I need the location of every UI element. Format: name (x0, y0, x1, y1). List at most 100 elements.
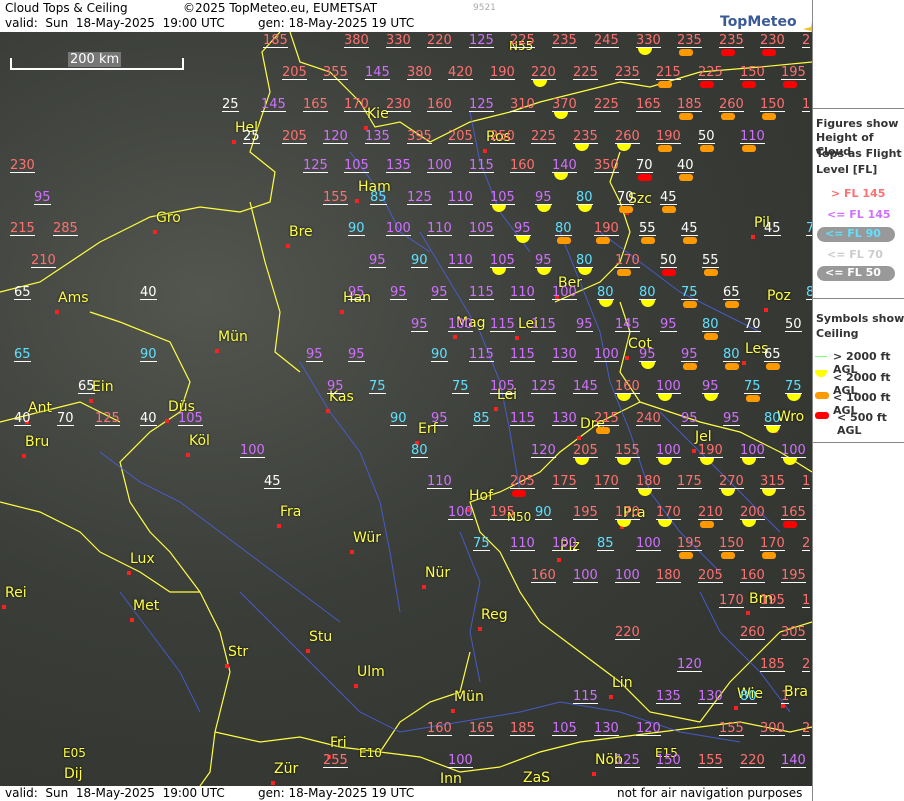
cloud-top-value: 40 (140, 285, 157, 300)
cloud-top-value: 220 (740, 753, 765, 768)
cloud-top-value: 95 (411, 317, 428, 332)
ceiling-1000-icon (662, 206, 676, 213)
city-label: Reg (481, 607, 508, 623)
legend-tops-title: Tops as Flight (816, 147, 902, 160)
cloud-top-value: 260 (615, 129, 640, 144)
cloud-top-value: 115 (469, 158, 494, 173)
city-marker (625, 356, 629, 360)
cloud-top-value: 100 (573, 568, 598, 583)
cloud-top-value: 85 (473, 411, 490, 426)
cloud-top-value: 270 (719, 474, 744, 489)
cloud-top-value: 195 (490, 505, 515, 520)
cloud-top-value: 140 (552, 158, 577, 173)
ceiling-1000-icon (721, 113, 735, 120)
cloud-top-value: 370 (552, 97, 577, 112)
cloud-top-value: 330 (386, 33, 411, 48)
ceiling-1000-icon (683, 237, 697, 244)
legend-tops-title: Figures show (816, 117, 899, 130)
cloud-top-value: 95 (431, 411, 448, 426)
cloud-top-value: 165 (469, 721, 494, 736)
chart-title: Cloud Tops & Ceiling (5, 1, 128, 15)
cloud-top-value: 150 (719, 536, 744, 551)
city-marker (306, 649, 310, 653)
cloud-top-value: 110 (427, 221, 452, 236)
city-marker (746, 611, 750, 615)
ceiling-1000-icon (746, 395, 760, 402)
cloud-top-value: 110 (427, 474, 452, 489)
footer-bar: valid: Sun 18-May-2025 19:00 UTC gen: 18… (0, 786, 812, 801)
city-marker (225, 664, 229, 668)
cloud-top-value: 210 (698, 505, 723, 520)
cloud-top-value: 250 (490, 129, 515, 144)
city-marker (286, 244, 290, 248)
cloud-top-value: 190 (490, 65, 515, 80)
cloud-top-value: 40 (140, 411, 157, 426)
city-label: ZaS (523, 770, 551, 786)
city-marker (734, 706, 738, 710)
ceiling-none-icon (815, 356, 827, 357)
ceiling-1000-icon (721, 552, 735, 559)
city-label: Zür (274, 761, 299, 777)
cloud-top-value: 115 (531, 317, 556, 332)
cloud-top-value: 45 (264, 474, 281, 489)
cloud-top-value: 205 (573, 443, 598, 458)
city-label: Hof (469, 488, 494, 504)
cloud-top-value: 115 (510, 347, 535, 362)
cloud-top-value: 75 (369, 379, 386, 394)
cloud-top-value: 80 (764, 411, 781, 426)
cloud-top-value: 160 (740, 568, 765, 583)
cloud-top-value: 130 (594, 721, 619, 736)
cloud-top-value: 150 (760, 97, 785, 112)
cloud-top-value: 40 (677, 158, 694, 173)
legend-divider (813, 442, 904, 443)
cloud-top-value: 215 (10, 221, 35, 236)
city-label: Mün (454, 689, 484, 705)
cloud-top-value: 170 (615, 505, 640, 520)
ceiling-1000-icon (762, 113, 776, 120)
cloud-top-value: 95 (660, 317, 677, 332)
cloud-top-value: 110 (510, 536, 535, 551)
cloud-top-value: 145 (573, 379, 598, 394)
valid-time: valid: Sun 18-May-2025 19:00 UTC (5, 16, 225, 30)
cloud-top-value: 75 (452, 379, 469, 394)
city-label: Gro (156, 210, 181, 226)
cloud-top-value: 160 (615, 379, 640, 394)
map-area[interactable]: 200 km Hel Kie Ros Ham Gro Bre Szc Pil Ber Han Ams… (0, 32, 812, 786)
cloud-top-value: 120 (323, 129, 348, 144)
cloud-top-value: 165 (303, 97, 328, 112)
cloud-top-value: 90 (535, 505, 552, 520)
cloud-top-value: 45 (660, 190, 677, 205)
cloud-top-value: 110 (448, 190, 473, 205)
cloud-top-value: 1 (802, 97, 811, 112)
cloud-top-value: 170 (615, 253, 640, 268)
cloud-top-value: 100 (386, 221, 411, 236)
cloud-top-value: 85 (597, 536, 614, 551)
cloud-top-value: 245 (594, 33, 619, 48)
cloud-top-value: 80 (639, 285, 656, 300)
cloud-top-value: 95 (34, 190, 51, 205)
city-marker (557, 558, 561, 562)
cloud-top-value: 235 (615, 65, 640, 80)
grid-label: E10 (359, 746, 382, 760)
cloud-top-value: 130 (552, 411, 577, 426)
cloud-top-value: 100 (781, 443, 806, 458)
city-label: Ein (92, 379, 114, 395)
city-marker (340, 310, 344, 314)
city-label: Stu (309, 629, 333, 645)
city-label: Rei (5, 585, 27, 601)
cloud-top-value: 95 (576, 317, 593, 332)
cloud-top-value: 70 (617, 190, 634, 205)
cloud-top-value: 105 (469, 221, 494, 236)
city-marker (483, 149, 487, 153)
city-marker (451, 709, 455, 713)
scale-label: 200 km (68, 52, 122, 67)
city-marker (127, 571, 131, 575)
cloud-top-value: 220 (531, 65, 556, 80)
cloud-top-value: 150 (656, 753, 681, 768)
cloud-top-value: 45 (764, 221, 781, 236)
cloud-top-value: 135 (365, 129, 390, 144)
city-marker (55, 310, 59, 314)
cloud-top-value: 170 (656, 505, 681, 520)
city-marker (764, 308, 768, 312)
legend-le145: <= FL 145 (827, 208, 891, 221)
